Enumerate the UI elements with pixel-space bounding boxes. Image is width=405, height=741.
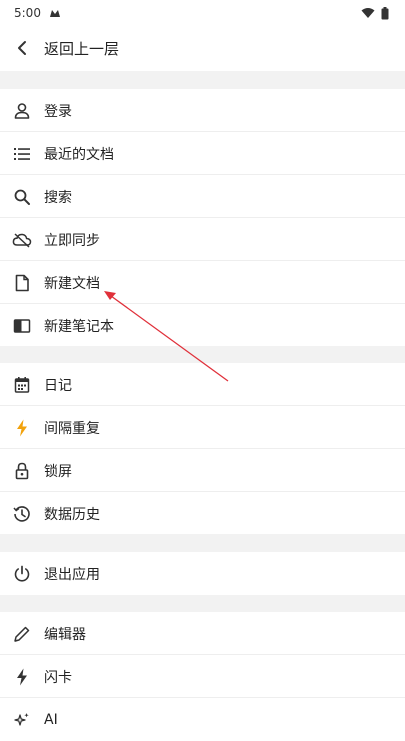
section-gap	[0, 595, 405, 613]
menu-item-new-notebook[interactable]: 新建笔记本	[0, 304, 405, 347]
menu-item-label: 立即同步	[44, 232, 100, 249]
lock-icon	[0, 449, 44, 492]
menu-item-label: 搜索	[44, 189, 72, 206]
user-icon	[0, 89, 44, 132]
history-icon	[0, 492, 44, 535]
menu-item-flashcard[interactable]: 闪卡	[0, 655, 405, 698]
menu-item-label: 日记	[44, 377, 72, 394]
menu-item-data-history[interactable]: 数据历史	[0, 492, 405, 535]
menu-item-label: 编辑器	[44, 626, 86, 643]
back-label[interactable]: 返回上一层	[44, 38, 119, 59]
menu-item-recent-docs[interactable]: 最近的文档	[0, 132, 405, 175]
menu-item-sync-now[interactable]: 立即同步	[0, 218, 405, 261]
menu-item-label: 新建笔记本	[44, 318, 114, 335]
menu-item-label: 退出应用	[44, 566, 100, 583]
menu-item-label: 新建文档	[44, 275, 100, 292]
menu-item-login[interactable]: 登录	[0, 89, 405, 132]
menu-item-label: 锁屏	[44, 463, 72, 480]
section-gap	[0, 346, 405, 364]
list-icon	[0, 132, 44, 175]
menu-item-new-document[interactable]: 新建文档	[0, 261, 405, 304]
menu-item-label: 间隔重复	[44, 420, 100, 437]
menu-item-label: 闪卡	[44, 669, 72, 686]
notebook-icon	[0, 304, 44, 347]
status-bar: 5:00	[0, 0, 405, 26]
section-gap	[0, 71, 405, 89]
top-bar: 返回上一层	[0, 26, 405, 70]
menu-item-spaced-repetition[interactable]: 间隔重复	[0, 406, 405, 449]
menu-item-label: 数据历史	[44, 506, 100, 523]
flashcard-bolt-icon	[0, 655, 44, 698]
back-button[interactable]	[0, 26, 44, 70]
section-gap	[0, 534, 405, 552]
app-notification-icon	[49, 8, 61, 18]
menu-item-editor[interactable]: 编辑器	[0, 612, 405, 655]
search-icon	[0, 175, 44, 218]
chevron-left-icon	[16, 40, 28, 56]
file-icon	[0, 261, 44, 304]
menu-item-label: 登录	[44, 103, 72, 120]
menu-item-exit-app[interactable]: 退出应用	[0, 552, 405, 595]
menu-item-label: 最近的文档	[44, 146, 114, 163]
cloud-sync-icon	[0, 218, 44, 261]
menu-item-diary[interactable]: 日记	[0, 363, 405, 406]
wifi-icon	[361, 7, 375, 19]
power-icon	[0, 552, 44, 595]
pen-icon	[0, 612, 44, 655]
menu-item-lock-screen[interactable]: 锁屏	[0, 449, 405, 492]
status-time: 5:00	[14, 6, 41, 20]
calendar-icon	[0, 363, 44, 406]
battery-icon	[381, 6, 389, 20]
bolt-icon	[0, 406, 44, 449]
menu-item-search[interactable]: 搜索	[0, 175, 405, 218]
